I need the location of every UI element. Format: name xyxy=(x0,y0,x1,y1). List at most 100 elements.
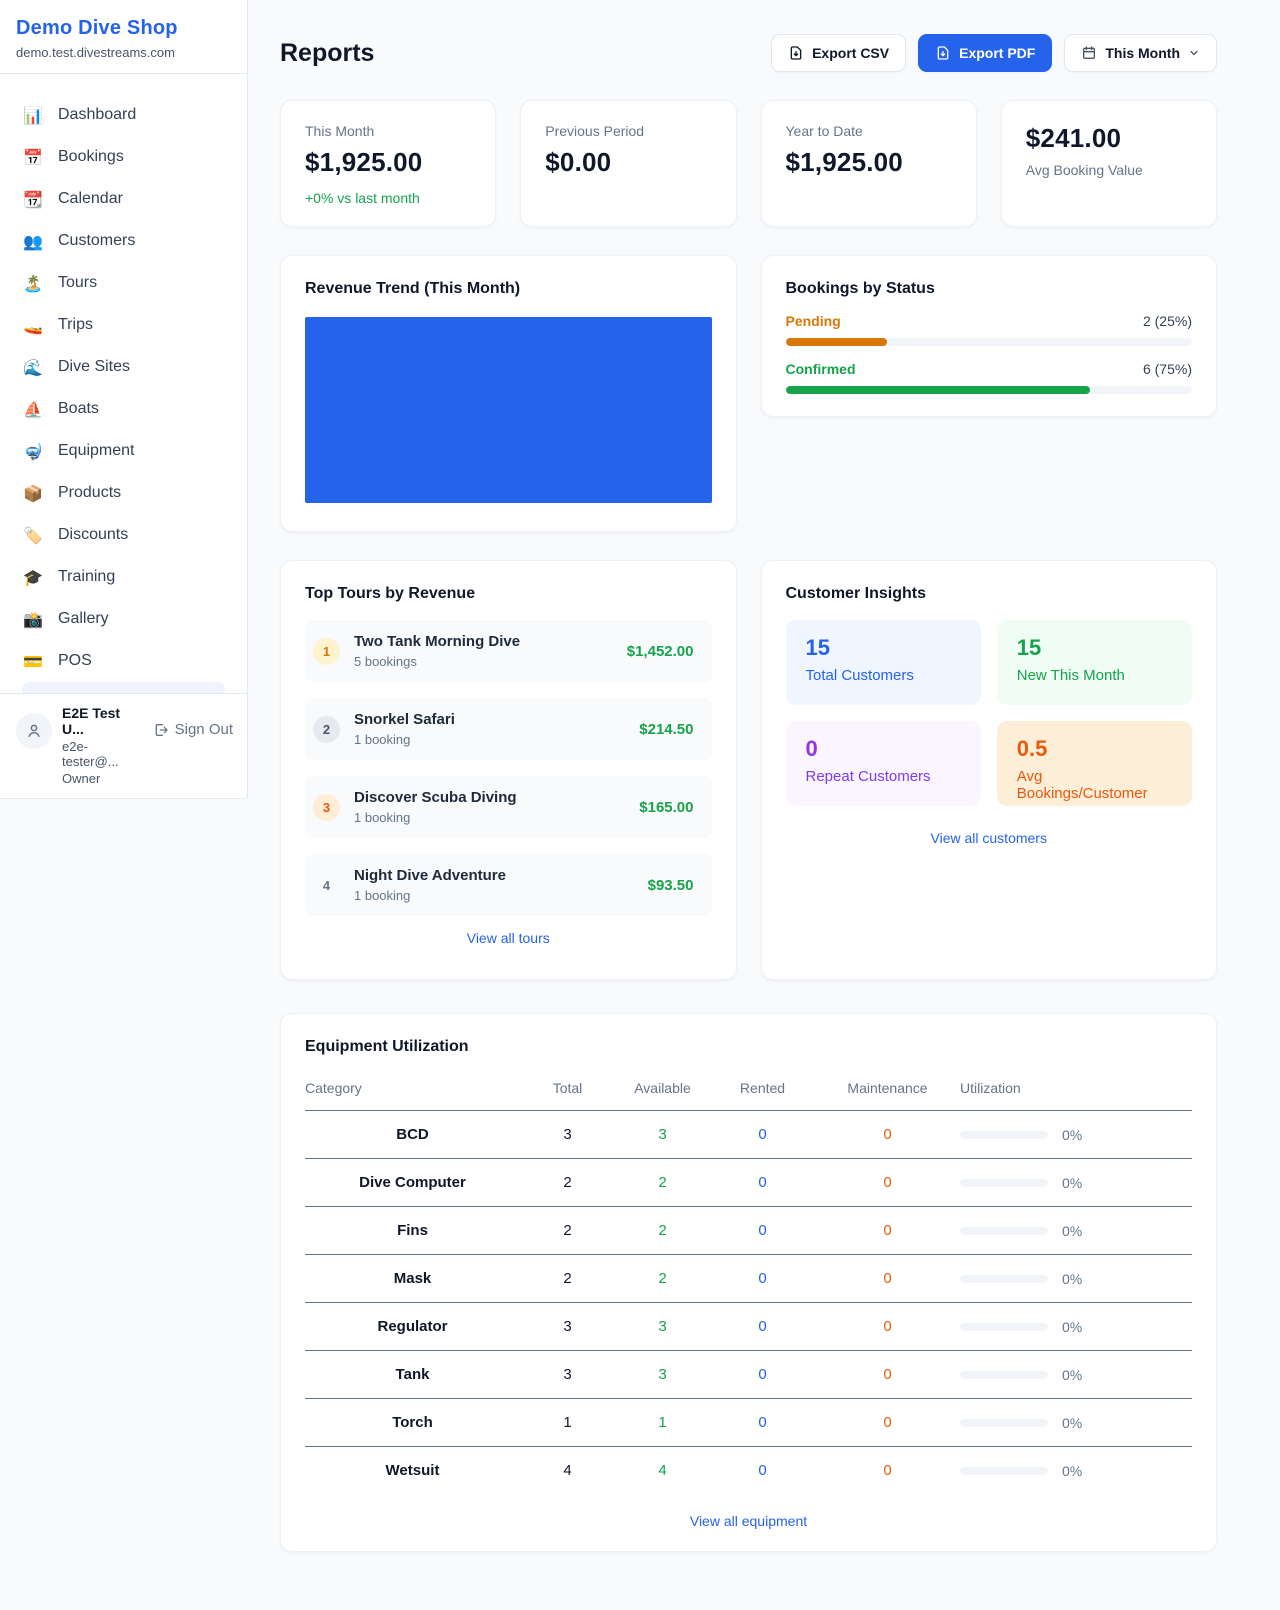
rank-badge: 1 xyxy=(313,638,340,665)
insight-label: New This Month xyxy=(1017,667,1172,684)
tour-name: Discover Scuba Diving xyxy=(354,789,517,806)
tour-bookings: 1 booking xyxy=(354,888,634,903)
sidebar-item-bookings[interactable]: 📅 Bookings xyxy=(12,136,235,178)
sidebar-item-label: Products xyxy=(58,484,121,502)
sidebar-item-boats[interactable]: ⛵ Boats xyxy=(12,388,235,430)
cell-category: Regulator xyxy=(305,1303,520,1351)
status-value-pending: 2 (25%) xyxy=(1143,313,1192,329)
sign-out-label: Sign Out xyxy=(175,721,233,738)
cell-total: 3 xyxy=(520,1111,615,1159)
calendar-icon xyxy=(1081,45,1097,61)
user-name: E2E Test U... xyxy=(62,705,143,737)
cell-rented: 0 xyxy=(710,1159,815,1207)
cell-maintenance: 0 xyxy=(815,1111,960,1159)
cell-total: 2 xyxy=(520,1207,615,1255)
main-content: Reports Export CSV Export PDF xyxy=(248,0,1280,1552)
package-icon: 📦 xyxy=(22,484,44,503)
utilization-percent: 0% xyxy=(1062,1223,1082,1239)
tour-bookings: 1 booking xyxy=(354,732,625,747)
tour-row[interactable]: 2 Snorkel Safari 1 booking $214.50 xyxy=(305,698,712,760)
cell-maintenance: 0 xyxy=(815,1207,960,1255)
column-header-total: Total xyxy=(520,1074,615,1111)
utilization-bar xyxy=(960,1131,1048,1139)
page-title: Reports xyxy=(280,39,374,68)
table-row: Dive Computer 2 2 0 0 0% xyxy=(305,1159,1192,1207)
table-row: Tank 3 3 0 0 0% xyxy=(305,1351,1192,1399)
avatar xyxy=(16,713,52,749)
customers-icon: 👥 xyxy=(22,232,44,251)
sidebar-item-dive-sites[interactable]: 🌊 Dive Sites xyxy=(12,346,235,388)
tour-row[interactable]: 1 Two Tank Morning Dive 5 bookings $1,45… xyxy=(305,620,712,682)
export-csv-button[interactable]: Export CSV xyxy=(771,34,906,72)
sidebar-item-label: Customers xyxy=(58,232,135,250)
export-csv-label: Export CSV xyxy=(812,45,889,61)
cell-available: 3 xyxy=(615,1111,710,1159)
cell-rented: 0 xyxy=(710,1111,815,1159)
period-dropdown[interactable]: This Month xyxy=(1064,34,1217,72)
sidebar-item-label: Discounts xyxy=(58,526,128,544)
table-row: Regulator 3 3 0 0 0% xyxy=(305,1303,1192,1351)
sidebar-item-tours[interactable]: 🏝️ Tours xyxy=(12,262,235,304)
cell-rented: 0 xyxy=(710,1399,815,1447)
sidebar-item-label: POS xyxy=(58,652,92,670)
cell-available: 2 xyxy=(615,1207,710,1255)
status-value-confirmed: 6 (75%) xyxy=(1143,361,1192,377)
sidebar-item-pos[interactable]: 💳 POS xyxy=(12,640,235,682)
page-header: Reports Export CSV Export PDF xyxy=(280,34,1217,72)
brand-domain: demo.test.divestreams.com xyxy=(16,45,227,60)
sidebar-item-gallery[interactable]: 📸 Gallery xyxy=(12,598,235,640)
utilization-percent: 0% xyxy=(1062,1415,1082,1431)
view-all-tours-link[interactable]: View all tours xyxy=(305,930,712,946)
sidebar-item-reports-active-clipped[interactable] xyxy=(22,682,225,693)
revenue-trend-title: Revenue Trend (This Month) xyxy=(305,280,712,298)
sidebar-item-dashboard[interactable]: 📊 Dashboard xyxy=(12,94,235,136)
sidebar-item-label: Dashboard xyxy=(58,106,136,124)
sidebar-item-calendar[interactable]: 📆 Calendar xyxy=(12,178,235,220)
tour-row[interactable]: 4 Night Dive Adventure 1 booking $93.50 xyxy=(305,854,712,916)
sidebar-item-training[interactable]: 🎓 Training xyxy=(12,556,235,598)
sidebar-item-discounts[interactable]: 🏷️ Discounts xyxy=(12,514,235,556)
view-all-customers-link[interactable]: View all customers xyxy=(786,830,1193,846)
confirmed-progress-bar xyxy=(786,386,1193,394)
sidebar-item-trips[interactable]: 🚤 Trips xyxy=(12,304,235,346)
tour-row[interactable]: 3 Discover Scuba Diving 1 booking $165.0… xyxy=(305,776,712,838)
bookings-calendar-icon: 📅 xyxy=(22,148,44,167)
sidebar-item-label: Calendar xyxy=(58,190,123,208)
sign-out-button[interactable]: Sign Out xyxy=(153,721,233,738)
view-all-equipment-link[interactable]: View all equipment xyxy=(305,1513,1192,1529)
revenue-trend-card: Revenue Trend (This Month) xyxy=(280,255,737,532)
tour-amount: $1,452.00 xyxy=(627,643,694,660)
cell-category: Mask xyxy=(305,1255,520,1303)
rank-badge: 4 xyxy=(313,872,340,899)
utilization-bar xyxy=(960,1371,1048,1379)
utilization-bar xyxy=(960,1419,1048,1427)
tag-icon: 🏷️ xyxy=(22,526,44,545)
stat-value: $0.00 xyxy=(545,147,711,178)
utilization-bar xyxy=(960,1275,1048,1283)
sidebar-user-footer: E2E Test U... e2e-tester@... Owner Sign … xyxy=(0,693,247,798)
equipment-utilization-title: Equipment Utilization xyxy=(305,1038,1192,1056)
column-header-utilization: Utilization xyxy=(960,1074,1192,1111)
tour-name: Night Dive Adventure xyxy=(354,867,506,884)
insight-tile-repeat-customers: 0 Repeat Customers xyxy=(786,721,981,806)
sidebar-item-equipment[interactable]: 🤿 Equipment xyxy=(12,430,235,472)
cell-category: Torch xyxy=(305,1399,520,1447)
column-header-category: Category xyxy=(305,1074,520,1111)
sidebar-item-products[interactable]: 📦 Products xyxy=(12,472,235,514)
chevron-down-icon xyxy=(1188,47,1200,59)
tour-amount: $165.00 xyxy=(639,799,693,816)
column-header-maintenance: Maintenance xyxy=(815,1074,960,1111)
cell-rented: 0 xyxy=(710,1447,815,1495)
sidebar-item-customers[interactable]: 👥 Customers xyxy=(12,220,235,262)
user-email: e2e-tester@... xyxy=(62,739,143,769)
cell-total: 3 xyxy=(520,1351,615,1399)
export-pdf-button[interactable]: Export PDF xyxy=(918,34,1052,72)
cell-maintenance: 0 xyxy=(815,1159,960,1207)
status-row-pending: Pending 2 (25%) xyxy=(786,313,1193,329)
bookings-by-status-title: Bookings by Status xyxy=(786,280,1193,298)
utilization-percent: 0% xyxy=(1062,1175,1082,1191)
graduation-cap-icon: 🎓 xyxy=(22,568,44,587)
utilization-bar xyxy=(960,1179,1048,1187)
cell-category: Tank xyxy=(305,1351,520,1399)
insight-value: 0 xyxy=(806,736,961,762)
